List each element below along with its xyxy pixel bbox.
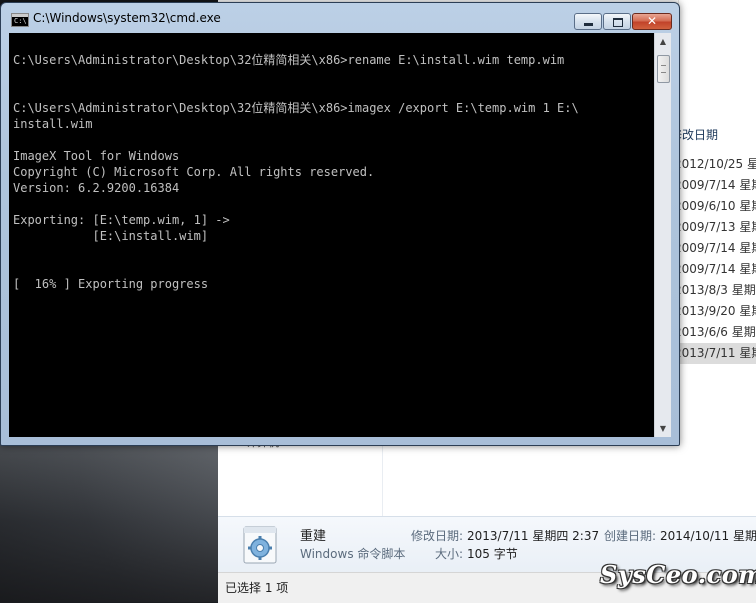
- file-row-date[interactable]: 2009/6/10 星期: [674, 196, 756, 217]
- scroll-up-arrow-icon[interactable]: ▲: [655, 33, 671, 50]
- file-row-date[interactable]: 2009/7/14 星期: [674, 259, 756, 280]
- file-row-date-selected[interactable]: 2013/7/11 星期: [674, 343, 756, 364]
- details-file-name: 重建: [300, 529, 327, 544]
- minimize-button[interactable]: [574, 13, 602, 30]
- details-file-type: Windows 命令脚本: [300, 547, 406, 561]
- details-size-value: 105 字节: [467, 547, 518, 561]
- file-row-date[interactable]: 2013/8/3 星期六: [674, 280, 756, 301]
- cmd-window[interactable]: C:\ C:\Windows\system32\cmd.exe C:\Users…: [0, 2, 680, 446]
- desktop-wallpaper: [0, 440, 230, 602]
- scrollbar-thumb[interactable]: [657, 55, 670, 83]
- file-row-date[interactable]: 2013/9/20 星期: [674, 301, 756, 322]
- scroll-down-arrow-icon[interactable]: ▼: [655, 420, 671, 437]
- console-text: C:\Users\Administrator\Desktop\32位精简相关\x…: [13, 53, 579, 291]
- close-button[interactable]: [632, 13, 672, 30]
- navigation-pane: 计算机: [218, 436, 383, 516]
- file-row-date[interactable]: 2013/6/6 星期四: [674, 322, 756, 343]
- file-row-date[interactable]: 2009/7/14 星期: [674, 238, 756, 259]
- file-row-date[interactable]: 2009/7/13 星期: [674, 217, 756, 238]
- console-output[interactable]: C:\Users\Administrator\Desktop\32位精简相关\x…: [9, 33, 654, 437]
- title-bar[interactable]: C:\ C:\Windows\system32\cmd.exe: [1, 3, 679, 33]
- details-modified-label: 修改日期:: [411, 529, 464, 543]
- cmd-icon[interactable]: C:\: [11, 13, 29, 27]
- window-title: C:\Windows\system32\cmd.exe: [33, 11, 221, 25]
- file-row-date[interactable]: 2009/7/14 星期: [674, 175, 756, 196]
- details-size-label: 大小:: [435, 547, 464, 561]
- file-list-area: [383, 440, 756, 516]
- details-created-value: 2014/10/11 星期: [660, 529, 756, 543]
- details-modified-value: 2013/7/11 星期四 2:37: [467, 529, 600, 543]
- details-created-label: 创建日期:: [604, 529, 657, 543]
- maximize-button[interactable]: [603, 13, 631, 30]
- vertical-scrollbar[interactable]: ▲ ▼: [654, 33, 671, 437]
- file-row-date[interactable]: 2012/10/25 星期: [674, 154, 756, 175]
- status-selection-count: 已选择 1 项: [225, 581, 289, 595]
- watermark: SysCeo.com: [600, 560, 756, 589]
- batch-file-icon: [243, 526, 277, 564]
